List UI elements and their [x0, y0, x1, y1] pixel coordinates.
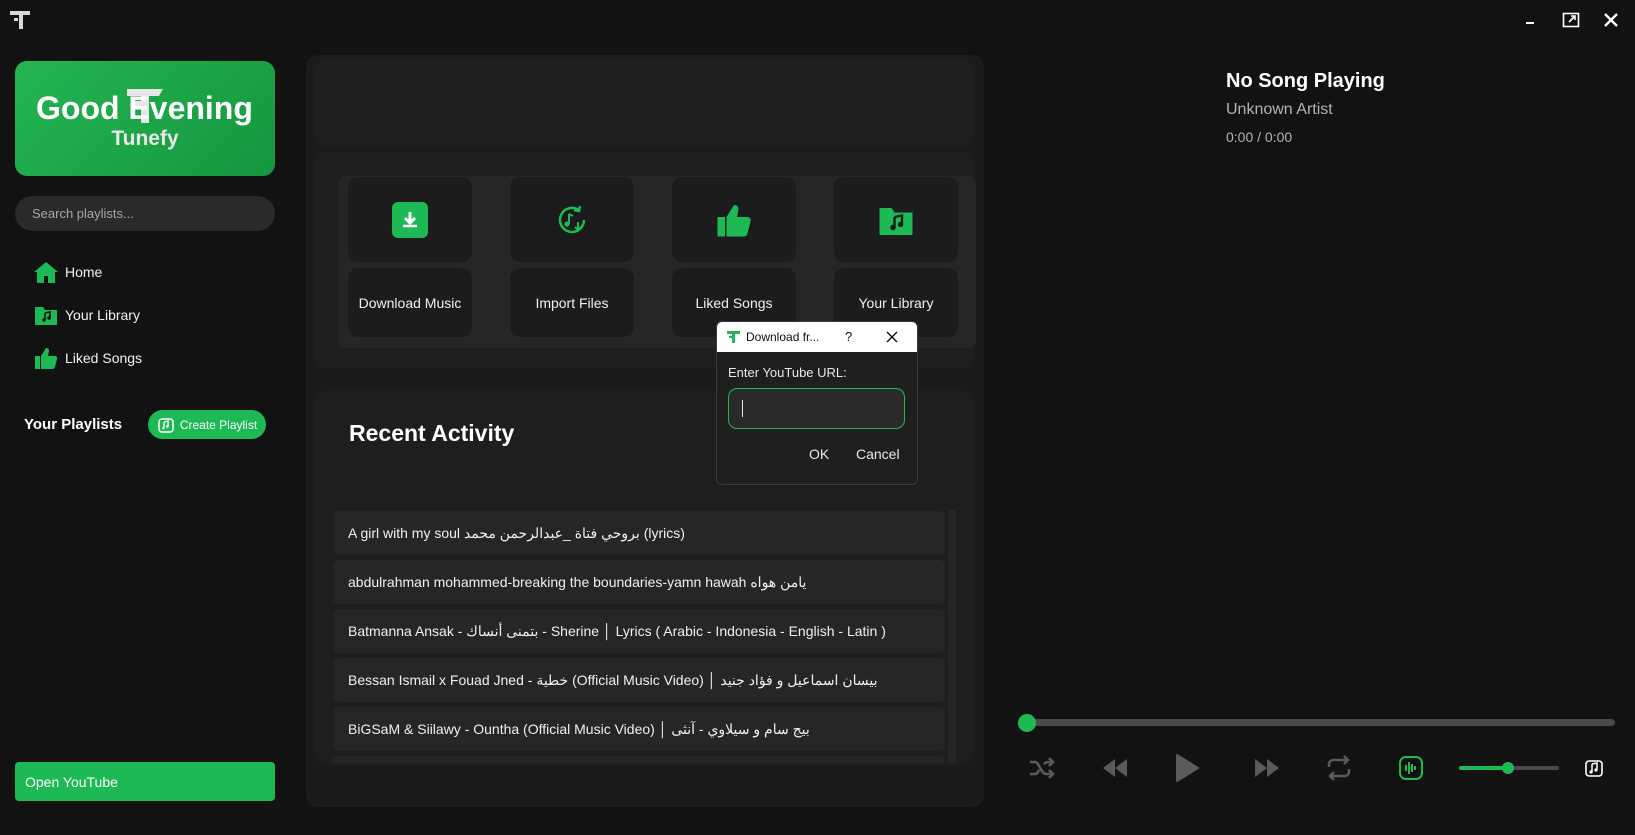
- sidebar-item-home[interactable]: Home: [33, 259, 102, 285]
- import-music-icon: [558, 205, 586, 233]
- list-item[interactable]: [333, 756, 945, 763]
- action-icon-tile[interactable]: [348, 177, 472, 262]
- action-icon-tile[interactable]: [834, 177, 958, 262]
- recent-activity-title: Recent Activity: [349, 420, 515, 446]
- volume-icon: [1585, 760, 1603, 777]
- download-icon: [392, 201, 428, 238]
- play-button[interactable]: [1169, 752, 1205, 784]
- add-playlist-icon: [158, 417, 174, 433]
- text-caret: [742, 400, 743, 417]
- title-bar: [0, 0, 1635, 40]
- brand-name: Tunefy: [111, 126, 179, 150]
- ok-button[interactable]: OK: [809, 446, 829, 462]
- action-label[interactable]: Download Music: [348, 268, 472, 337]
- repeat-button[interactable]: [1321, 752, 1357, 784]
- library-folder-icon: [33, 302, 59, 328]
- next-icon: [1255, 759, 1279, 777]
- maximize-button[interactable]: [1557, 8, 1585, 32]
- now-playing-time: 0:00 / 0:00: [1226, 129, 1293, 145]
- thumbs-up-icon: [33, 345, 59, 371]
- close-button[interactable]: [1597, 8, 1625, 32]
- open-youtube-button[interactable]: Open YouTube: [15, 762, 275, 801]
- minimize-button[interactable]: [1516, 8, 1544, 32]
- greeting-title: Good Evening: [36, 90, 253, 126]
- create-playlist-label: Create Playlist: [179, 417, 258, 432]
- search-input[interactable]: [15, 196, 275, 231]
- volume-button[interactable]: [1576, 752, 1612, 784]
- list-item[interactable]: BiGSaM & Siilawy - Ountha (Official Musi…: [333, 707, 945, 751]
- sidebar: Tunefy Home Your Library Liked Songs You…: [0, 40, 290, 835]
- previous-icon: [1103, 759, 1127, 777]
- seek-bar[interactable]: [1028, 719, 1615, 726]
- action-download-music[interactable]: Download Music: [348, 176, 472, 348]
- sidebar-item-label: Liked Songs: [65, 350, 143, 366]
- sidebar-item-label: Your Library: [65, 307, 140, 323]
- play-icon: [1176, 754, 1199, 782]
- now-playing-artist: Unknown Artist: [1226, 101, 1333, 118]
- list-item[interactable]: Bessan Ismail x Fouad Jned - خطية (Offic…: [333, 658, 945, 702]
- action-import-files[interactable]: Import Files: [510, 176, 634, 348]
- library-folder-icon: [879, 207, 913, 235]
- cancel-button[interactable]: Cancel: [856, 446, 900, 462]
- tunefy-logo-icon: [727, 331, 740, 343]
- minimize-icon: [1526, 22, 1534, 24]
- close-icon[interactable]: [884, 329, 900, 345]
- list-item[interactable]: A girl with my soul بروحي فتاة _عبدالرحم…: [333, 511, 945, 555]
- greeting-card: [314, 58, 974, 148]
- youtube-url-input[interactable]: [728, 388, 905, 429]
- playlists-heading: Your Playlists: [24, 416, 123, 433]
- equalizer-button[interactable]: [1393, 752, 1429, 784]
- tunefy-logo-icon: [10, 11, 30, 29]
- volume-handle[interactable]: [1502, 762, 1514, 774]
- create-playlist-button[interactable]: Create Playlist: [148, 410, 266, 439]
- list-item[interactable]: abdulrahman mohammed-breaking the bounda…: [333, 560, 945, 604]
- youtube-download-dialog: Download fr... ? Enter YouTube URL: OK C…: [716, 321, 918, 485]
- recent-activity-list: A girl with my soul بروحي فتاة _عبدالرحم…: [333, 511, 947, 763]
- shuffle-button[interactable]: [1024, 752, 1060, 784]
- home-icon: [33, 259, 59, 285]
- dialog-title: Download fr...: [746, 330, 820, 344]
- sidebar-item-label: Home: [65, 264, 103, 280]
- sidebar-item-liked-songs[interactable]: Liked Songs: [33, 345, 142, 371]
- scrollbar-thumb[interactable]: [948, 510, 956, 763]
- repeat-icon: [1327, 755, 1351, 781]
- url-label: Enter YouTube URL:: [728, 365, 847, 380]
- action-icon-tile[interactable]: [510, 177, 634, 262]
- close-icon: [1604, 13, 1618, 27]
- equalizer-icon: [1399, 756, 1423, 780]
- thumbs-up-icon: [717, 204, 751, 236]
- list-item[interactable]: Batmanna Ansak - بتمنى أنساك - Sherine │…: [333, 609, 945, 653]
- sidebar-item-library[interactable]: Your Library: [33, 302, 140, 328]
- seek-handle[interactable]: [1018, 714, 1036, 732]
- action-label[interactable]: Import Files: [510, 268, 634, 337]
- action-icon-tile[interactable]: [672, 177, 796, 262]
- shuffle-icon: [1030, 757, 1055, 779]
- now-playing-title: No Song Playing: [1226, 70, 1385, 92]
- maximize-icon: [1562, 12, 1580, 28]
- help-button[interactable]: ?: [845, 329, 852, 344]
- next-button[interactable]: [1249, 752, 1285, 784]
- previous-button[interactable]: [1097, 752, 1133, 784]
- dialog-title-bar[interactable]: Download fr... ?: [717, 322, 917, 352]
